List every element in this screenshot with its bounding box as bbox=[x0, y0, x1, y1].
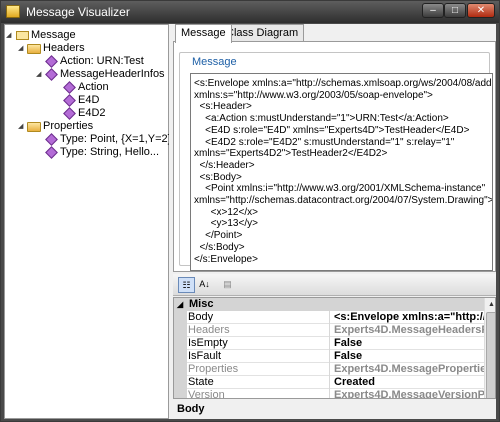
property-icon bbox=[63, 94, 76, 107]
message-line: </Point> bbox=[194, 230, 243, 242]
message-line: <s:Envelope xmlns:a="http://schemas.xmls… bbox=[194, 78, 492, 89]
row-margin bbox=[174, 324, 187, 337]
message-line: </s:Header> bbox=[194, 159, 255, 171]
scroll-thumb[interactable] bbox=[486, 312, 495, 402]
row-margin bbox=[174, 376, 187, 389]
window-title: Message Visualizer bbox=[26, 5, 130, 19]
property-icon bbox=[45, 55, 58, 68]
message-line: <x>12</x> bbox=[194, 206, 258, 218]
property-row[interactable]: Properties Experts4D.MessagePropertiesPro… bbox=[174, 363, 484, 376]
tree-node-label: Type: Point, {X=1,Y=2} bbox=[60, 133, 172, 145]
property-value[interactable]: False bbox=[334, 350, 484, 363]
property-icon bbox=[63, 81, 76, 94]
message-line: <E4D2 s:role="E4D2" s:mustUnderstand="1"… bbox=[194, 136, 455, 148]
message-line: </s:Envelope> bbox=[194, 253, 258, 265]
property-value[interactable]: False bbox=[334, 337, 484, 350]
property-value[interactable]: Experts4D.MessageHeadersProxy bbox=[334, 324, 484, 337]
tree-node-label: E4D bbox=[78, 94, 100, 106]
property-row[interactable]: State Created bbox=[174, 376, 484, 389]
message-group-label: Message bbox=[190, 56, 239, 68]
property-pages-button[interactable]: ▤ bbox=[219, 277, 236, 293]
expand-toggle-icon[interactable]: ◢ bbox=[18, 42, 23, 55]
tree-node-label: Action bbox=[78, 81, 109, 93]
message-tab-panel: Message <s:Envelope xmlns:a="http://sche… bbox=[173, 41, 496, 272]
categorized-icon: ☷ bbox=[182, 280, 191, 290]
row-margin bbox=[174, 311, 187, 324]
category-row-misc[interactable]: ◢ Misc bbox=[174, 298, 484, 311]
sort-alphabetical-icon: A↓ bbox=[199, 279, 210, 289]
property-help-pane: Body bbox=[173, 398, 496, 419]
message-line: <s:Body> bbox=[194, 171, 242, 183]
tab-message[interactable]: Message bbox=[175, 24, 232, 43]
category-label: Misc bbox=[189, 298, 214, 310]
tree-node-label: E4D2 bbox=[78, 107, 106, 119]
row-margin bbox=[174, 350, 187, 363]
expand-toggle-icon[interactable]: ◢ bbox=[36, 68, 41, 81]
right-pane: Message Class Diagram Message <s:Envelop… bbox=[173, 24, 496, 419]
row-margin bbox=[174, 363, 187, 376]
property-value[interactable]: Experts4D.MessagePropertiesProxy bbox=[334, 363, 484, 376]
envelope-icon bbox=[6, 5, 20, 18]
property-icon bbox=[45, 68, 58, 81]
property-pages-icon: ▤ bbox=[223, 279, 232, 289]
property-row[interactable]: Body <s:Envelope xmlns:a="http://schem bbox=[174, 311, 484, 324]
property-value[interactable]: <s:Envelope xmlns:a="http://schem bbox=[334, 311, 484, 324]
envelope-icon bbox=[16, 31, 29, 40]
message-line: xmlns="http://schemas.datacontract.org/2… bbox=[194, 195, 493, 206]
expand-toggle-icon[interactable]: ◢ bbox=[18, 120, 23, 133]
property-row[interactable]: IsEmpty False bbox=[174, 337, 484, 350]
property-grid-toolbar: ☷ A↓ ▤ bbox=[173, 274, 496, 296]
message-line: <y>13</y> bbox=[194, 218, 258, 230]
message-group: Message <s:Envelope xmlns:a="http://sche… bbox=[179, 52, 493, 271]
property-name: State bbox=[187, 376, 330, 389]
main-window: Message Visualizer – □ ✕ ◢ Message ◢ Header… bbox=[0, 0, 500, 422]
categorized-view-button[interactable]: ☷ bbox=[178, 277, 195, 293]
property-icon bbox=[45, 146, 58, 159]
title-bar[interactable]: Message Visualizer – □ ✕ bbox=[1, 1, 499, 23]
alphabetical-view-button[interactable]: A↓ bbox=[196, 277, 213, 293]
expand-toggle-icon[interactable]: ◢ bbox=[6, 29, 11, 42]
message-text-box[interactable]: <s:Envelope xmlns:a="http://schemas.xmls… bbox=[190, 73, 493, 271]
maximize-button[interactable]: □ bbox=[444, 3, 466, 18]
tree-node-label: Message bbox=[31, 29, 76, 41]
scroll-up-arrow-icon[interactable]: ▲ bbox=[486, 299, 495, 310]
property-name: IsFault bbox=[187, 350, 330, 363]
message-line: xmlns:s="http://www.w3.org/2003/05/soap-… bbox=[194, 89, 433, 101]
message-line: <a:Action s:mustUnderstand="1">URN:Test<… bbox=[194, 113, 449, 125]
tree-node-label: Type: String, Hello... bbox=[60, 146, 160, 158]
folder-icon bbox=[27, 122, 41, 132]
tree-node-label: Action: URN:Test bbox=[60, 55, 144, 67]
property-value[interactable]: Created bbox=[334, 376, 484, 389]
message-tree[interactable]: ◢ Message ◢ Headers Action: URN:Test ◢ Message… bbox=[4, 24, 172, 419]
tab-class-diagram[interactable]: Class Diagram bbox=[220, 24, 305, 41]
tree-node-label: MessageHeaderInfos bbox=[60, 68, 165, 80]
collapse-icon[interactable]: ◢ bbox=[177, 298, 183, 311]
property-icon bbox=[63, 107, 76, 120]
property-name: Body bbox=[187, 311, 330, 324]
message-line: <s:Header> bbox=[194, 101, 252, 113]
message-line: </s:Body> bbox=[194, 241, 245, 253]
help-title: Body bbox=[177, 403, 205, 415]
close-button[interactable]: ✕ bbox=[467, 3, 495, 18]
client-area: ◢ Message ◢ Headers Action: URN:Test ◢ Message… bbox=[4, 24, 496, 419]
property-icon bbox=[45, 133, 58, 146]
property-name: IsEmpty bbox=[187, 337, 330, 350]
minimize-button[interactable]: – bbox=[422, 3, 444, 18]
property-row[interactable]: IsFault False bbox=[174, 350, 484, 363]
property-row[interactable]: Headers Experts4D.MessageHeadersProxy bbox=[174, 324, 484, 337]
message-line: xmlns="Experts4D2">TestHeader2</E4D2> bbox=[194, 148, 388, 160]
property-name: Properties bbox=[187, 363, 330, 376]
property-name: Headers bbox=[187, 324, 330, 337]
folder-icon bbox=[27, 44, 41, 54]
message-line: <Point xmlns:i="http://www.w3.org/2001/X… bbox=[194, 183, 486, 195]
tree-node-label: Properties bbox=[43, 120, 94, 132]
tree-node-label: Headers bbox=[43, 42, 85, 54]
row-margin bbox=[174, 337, 187, 350]
message-line: <E4D s:role="E4D" xmlns="Experts4D">Test… bbox=[194, 124, 470, 136]
